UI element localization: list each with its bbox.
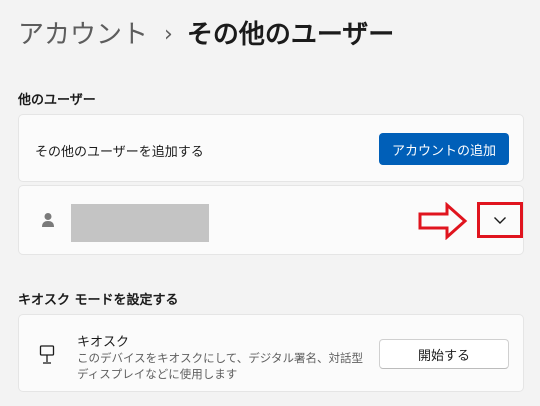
redacted-user-name — [71, 204, 209, 242]
breadcrumb: アカウント › その他のユーザー — [18, 18, 394, 52]
start-kiosk-button[interactable]: 開始する — [379, 339, 509, 369]
section-title-kiosk: キオスク モードを設定する — [18, 293, 179, 308]
breadcrumb-parent[interactable]: アカウント — [18, 18, 148, 52]
page-title: その他のユーザー — [186, 20, 395, 50]
section-title-other-users: 他のユーザー — [18, 93, 96, 108]
breadcrumb-separator: › — [164, 22, 173, 47]
kiosk-icon — [39, 345, 55, 364]
user-entry-card[interactable] — [18, 185, 524, 255]
chevron-down-icon — [494, 216, 506, 224]
person-icon — [42, 213, 54, 227]
add-user-card: その他のユーザーを追加する アカウントの追加 — [18, 114, 524, 182]
expand-user-button[interactable] — [477, 202, 523, 238]
kiosk-title: キオスク — [77, 335, 130, 350]
add-account-button[interactable]: アカウントの追加 — [379, 133, 509, 165]
kiosk-card: キオスク このデバイスをキオスクにして、デジタル署名、対話型ディスプレイなどに使… — [18, 314, 524, 392]
annotation-arrow-icon — [418, 202, 468, 240]
add-user-label: その他のユーザーを追加する — [35, 145, 204, 160]
kiosk-description: このデバイスをキオスクにして、デジタル署名、対話型ディスプレイなどに使用します — [77, 351, 364, 381]
